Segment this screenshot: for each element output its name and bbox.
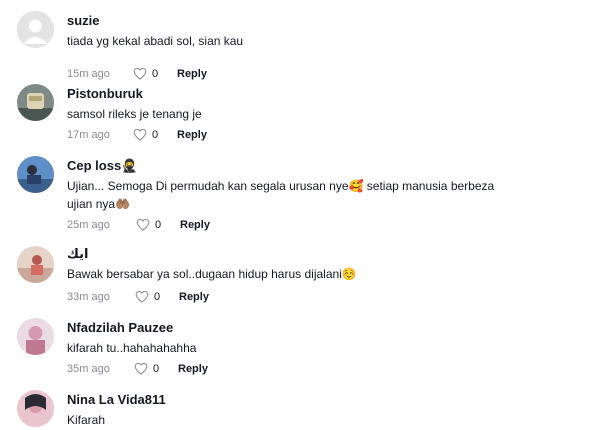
avatar[interactable] <box>17 318 54 355</box>
comment-username[interactable]: Pistonburuk <box>67 86 143 102</box>
comment-username[interactable]: Nfadzilah Pauzee <box>67 320 173 336</box>
comment-username[interactable]: suzie <box>67 13 100 29</box>
reply-button[interactable]: Reply <box>179 289 209 305</box>
avatar[interactable] <box>17 246 54 283</box>
comment-text: Kifarah <box>67 413 106 427</box>
comment-text: samsol rileks je tenang je <box>67 107 202 121</box>
comment-username[interactable]: ايك <box>67 246 88 262</box>
like-count: 0 <box>153 363 160 375</box>
comment-username[interactable]: Nina La Vida811 <box>67 392 166 408</box>
reply-button[interactable]: Reply <box>180 217 210 233</box>
avatar[interactable] <box>17 390 54 427</box>
like-count: 0 <box>152 129 159 141</box>
heart-icon <box>133 67 147 80</box>
like-count: 0 <box>155 219 162 231</box>
reply-button[interactable]: Reply <box>178 361 208 377</box>
comment-text-continued: ujian nya🤲🏽 <box>67 197 130 211</box>
comment-text: Bawak bersabar ya sol..dugaan hidup haru… <box>67 267 357 281</box>
comment-text: tiada yg kekal abadi sol, sian kau <box>67 34 244 48</box>
heart-icon <box>135 290 149 303</box>
heart-icon <box>136 218 150 231</box>
comment-time: 25m ago <box>67 219 110 231</box>
comment-time: 17m ago <box>67 129 110 141</box>
heart-icon <box>133 128 147 141</box>
comment-text: Ujian... Semoga Di permudah kan segala u… <box>67 179 495 193</box>
comment-time: 15m ago <box>67 68 110 80</box>
comment-time: 33m ago <box>67 291 110 303</box>
like-count: 0 <box>152 68 159 80</box>
avatar[interactable] <box>17 84 54 121</box>
reply-button[interactable]: Reply <box>177 66 207 82</box>
like-count: 0 <box>154 291 161 303</box>
heart-icon <box>134 362 148 375</box>
avatar[interactable] <box>17 156 54 193</box>
comment-text: kifarah tu..hahahahahha <box>67 341 197 355</box>
reply-button[interactable]: Reply <box>177 127 207 143</box>
comment-time: 35m ago <box>67 363 110 375</box>
comment-username[interactable]: Cep loss🥷 <box>67 158 137 174</box>
avatar[interactable] <box>17 11 54 48</box>
